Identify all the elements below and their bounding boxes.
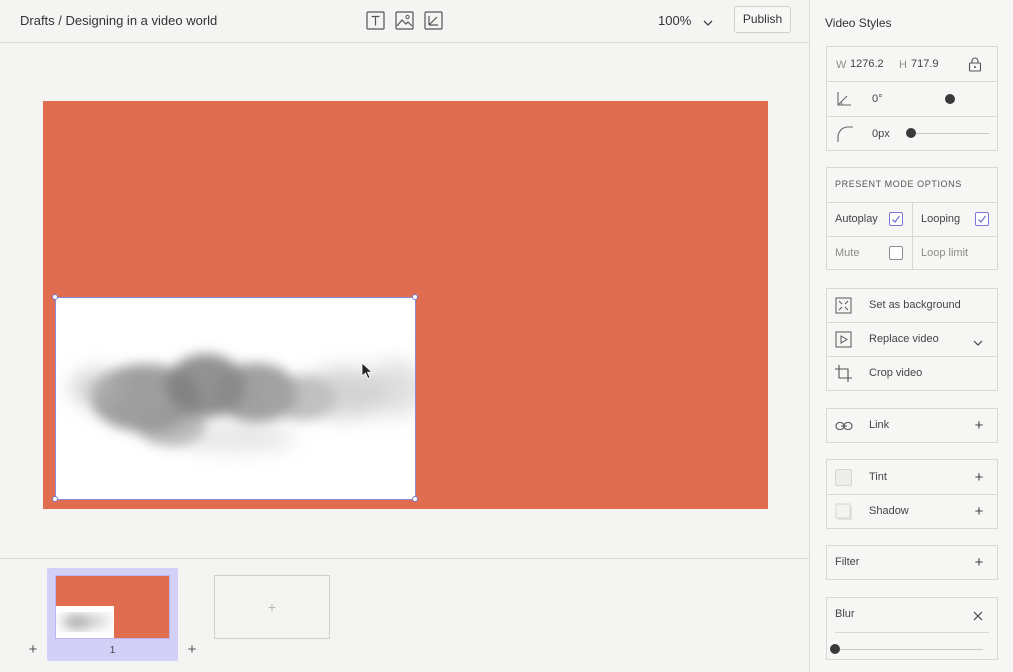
width-value[interactable]: 1276.2 bbox=[850, 58, 884, 70]
link-label: Link bbox=[869, 419, 890, 431]
crop-video-row[interactable]: Crop video bbox=[827, 357, 997, 391]
slide-thumbnail-video bbox=[56, 606, 114, 638]
present-mode-box: PRESENT MODE OPTIONS Autoplay Looping Mu… bbox=[826, 167, 998, 270]
blur-slider-track[interactable] bbox=[835, 649, 983, 650]
geometry-box: W 1276.2 H 717.9 0° 0px bbox=[826, 46, 998, 151]
rotation-angle-icon bbox=[836, 91, 852, 110]
zoom-level[interactable]: 100% bbox=[658, 13, 691, 28]
present-mode-heading: PRESENT MODE OPTIONS bbox=[835, 179, 962, 189]
video-actions-box: Set as background Replace video Crop vid… bbox=[826, 288, 998, 391]
replace-video-row[interactable]: Replace video bbox=[827, 323, 997, 357]
link-box: Link + bbox=[826, 408, 998, 443]
rotation-value[interactable]: 0° bbox=[872, 93, 883, 105]
link-icon bbox=[835, 420, 853, 434]
autoplay-label: Autoplay bbox=[835, 213, 878, 225]
present-mode-header: PRESENT MODE OPTIONS bbox=[827, 168, 997, 203]
looping-checkbox[interactable] bbox=[975, 212, 989, 226]
tint-label: Tint bbox=[869, 471, 887, 483]
replace-video-label: Replace video bbox=[869, 333, 939, 345]
add-slide-after-icon[interactable]: + bbox=[185, 642, 199, 657]
resize-handle-top-left[interactable] bbox=[52, 294, 58, 300]
radius-row: 0px bbox=[827, 117, 997, 151]
set-background-icon bbox=[835, 297, 852, 317]
shape-tool-icon[interactable] bbox=[424, 11, 443, 30]
add-shadow-icon[interactable]: + bbox=[972, 504, 986, 519]
set-background-row[interactable]: Set as background bbox=[827, 289, 997, 323]
height-label: H bbox=[899, 59, 907, 71]
crop-video-label: Crop video bbox=[869, 367, 923, 379]
image-tool-icon[interactable] bbox=[395, 11, 414, 30]
size-row: W 1276.2 H 717.9 bbox=[827, 47, 997, 82]
rotation-row: 0° bbox=[827, 82, 997, 117]
radius-value[interactable]: 0px bbox=[872, 128, 890, 140]
mouse-cursor-icon bbox=[361, 362, 374, 380]
shadow-row[interactable]: Shadow + bbox=[827, 495, 997, 529]
mute-checkbox[interactable] bbox=[889, 246, 903, 260]
add-slide-before-icon[interactable]: + bbox=[26, 642, 40, 657]
tint-row[interactable]: Tint + bbox=[827, 460, 997, 495]
crop-icon bbox=[835, 365, 852, 385]
smoke-video-frame bbox=[71, 354, 415, 450]
empty-slide-placeholder[interactable]: + bbox=[214, 575, 330, 639]
link-row[interactable]: Link + bbox=[827, 409, 997, 442]
radius-slider-knob[interactable] bbox=[906, 128, 916, 138]
chevron-down-icon[interactable] bbox=[703, 16, 713, 26]
mute-label: Mute bbox=[835, 247, 860, 259]
close-icon[interactable] bbox=[973, 610, 983, 624]
loop-limit-field[interactable]: Loop limit bbox=[921, 247, 968, 259]
cell-divider bbox=[912, 203, 913, 237]
blur-row: Blur bbox=[827, 598, 997, 659]
resize-handle-bottom-left[interactable] bbox=[52, 496, 58, 502]
mute-loop-limit-row: Mute Loop limit bbox=[827, 237, 997, 270]
corner-radius-icon bbox=[836, 125, 854, 146]
add-filter-icon[interactable]: + bbox=[972, 555, 986, 570]
shadow-label: Shadow bbox=[869, 505, 909, 517]
resize-handle-bottom-right[interactable] bbox=[412, 496, 418, 502]
blur-divider bbox=[835, 632, 989, 633]
cell-divider bbox=[912, 237, 913, 270]
add-link-icon[interactable]: + bbox=[972, 418, 986, 433]
blur-box: Blur bbox=[826, 597, 998, 660]
autoplay-checkbox[interactable] bbox=[889, 212, 903, 226]
autoplay-looping-row: Autoplay Looping bbox=[827, 203, 997, 237]
tint-swatch-icon[interactable] bbox=[835, 469, 852, 486]
looping-label: Looping bbox=[921, 213, 961, 225]
radius-slider-track[interactable] bbox=[911, 133, 989, 134]
set-background-label: Set as background bbox=[869, 299, 961, 311]
top-bar: Drafts / Designing in a video world 100%… bbox=[0, 0, 810, 43]
rotation-dial-knob[interactable] bbox=[945, 94, 955, 104]
play-icon bbox=[835, 331, 852, 351]
shadow-swatch-icon[interactable] bbox=[835, 503, 853, 524]
lock-icon[interactable] bbox=[968, 57, 982, 75]
height-value[interactable]: 717.9 bbox=[911, 58, 939, 70]
panel-title: Video Styles bbox=[825, 16, 892, 30]
width-label: W bbox=[836, 59, 847, 71]
blur-label: Blur bbox=[835, 608, 855, 620]
filter-row[interactable]: Filter + bbox=[827, 546, 997, 579]
filter-box: Filter + bbox=[826, 545, 998, 580]
text-tool-icon[interactable] bbox=[366, 11, 385, 30]
breadcrumb[interactable]: Drafts / Designing in a video world bbox=[20, 13, 217, 28]
blur-slider-knob[interactable] bbox=[830, 644, 840, 654]
resize-handle-top-right[interactable] bbox=[412, 294, 418, 300]
publish-button[interactable]: Publish bbox=[734, 6, 791, 33]
filter-label: Filter bbox=[835, 556, 860, 568]
tint-shadow-box: Tint + Shadow + bbox=[826, 459, 998, 529]
selected-video[interactable] bbox=[55, 297, 416, 500]
chevron-down-icon[interactable] bbox=[973, 336, 983, 350]
slide-number: 1 bbox=[109, 645, 116, 656]
add-tint-icon[interactable]: + bbox=[972, 470, 986, 485]
